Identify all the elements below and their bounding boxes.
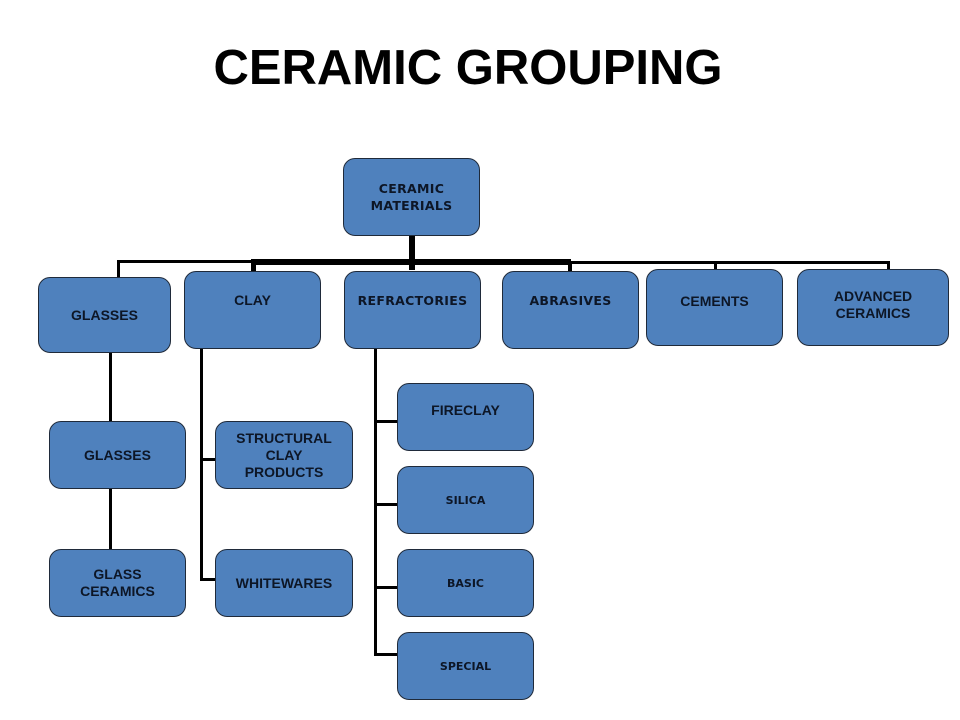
node-label: ABRASIVES xyxy=(529,292,612,308)
node-glasses-sub[interactable]: GLASSES xyxy=(49,421,186,489)
node-clay[interactable]: CLAY xyxy=(184,271,321,349)
node-label: ADVANCED CERAMICS xyxy=(833,287,913,321)
node-label: SILICA xyxy=(445,493,486,507)
node-label: GLASS CERAMICS xyxy=(80,566,155,599)
node-abrasives[interactable]: ABRASIVES xyxy=(502,271,639,349)
node-structural-clay-products[interactable]: STRUCTURAL CLAY PRODUCTS xyxy=(215,421,353,489)
connector-refr-basic xyxy=(374,586,399,589)
node-advanced-ceramics[interactable]: ADVANCED CERAMICS xyxy=(797,269,949,346)
node-basic[interactable]: BASIC xyxy=(397,549,534,617)
node-silica[interactable]: SILICA xyxy=(397,466,534,534)
node-label: BASIC xyxy=(447,576,484,590)
connector-trunk-right xyxy=(568,261,890,264)
node-glasses[interactable]: GLASSES xyxy=(38,277,171,353)
node-label: SPECIAL xyxy=(439,659,492,673)
node-cements[interactable]: CEMENTS xyxy=(646,269,783,346)
node-whitewares[interactable]: WHITEWARES xyxy=(215,549,353,617)
connector-trunk-left xyxy=(117,260,254,263)
node-label: CERAMIC MATERIALS xyxy=(370,181,453,213)
node-label: WHITEWARES xyxy=(235,574,333,591)
connector-clay-vertical xyxy=(200,345,203,580)
connector-glasses xyxy=(117,260,120,277)
connector-refr-special xyxy=(374,653,399,656)
node-glass-ceramics[interactable]: GLASS CERAMICS xyxy=(49,549,186,617)
node-label: GLASSES xyxy=(84,446,151,463)
node-label: FIRECLAY xyxy=(431,401,500,418)
connector-refractories-vertical xyxy=(374,345,377,656)
node-label: CLAY xyxy=(234,291,271,308)
connector-refr-silica xyxy=(374,503,399,506)
node-fireclay[interactable]: FIRECLAY xyxy=(397,383,534,451)
node-label: STRUCTURAL CLAY PRODUCTS xyxy=(236,429,332,480)
node-ceramic-materials[interactable]: CERAMIC MATERIALS xyxy=(343,158,480,236)
node-label: CEMENTS xyxy=(680,293,749,309)
node-special[interactable]: SPECIAL xyxy=(397,632,534,700)
node-label: REFRACTORIES xyxy=(357,292,468,308)
connector-trunk-thick xyxy=(251,259,571,265)
node-refractories[interactable]: REFRACTORIES xyxy=(344,271,481,349)
node-label: GLASSES xyxy=(71,306,138,323)
diagram-title: CERAMIC GROUPING xyxy=(213,41,723,95)
connector-refr-fireclay xyxy=(374,420,399,423)
